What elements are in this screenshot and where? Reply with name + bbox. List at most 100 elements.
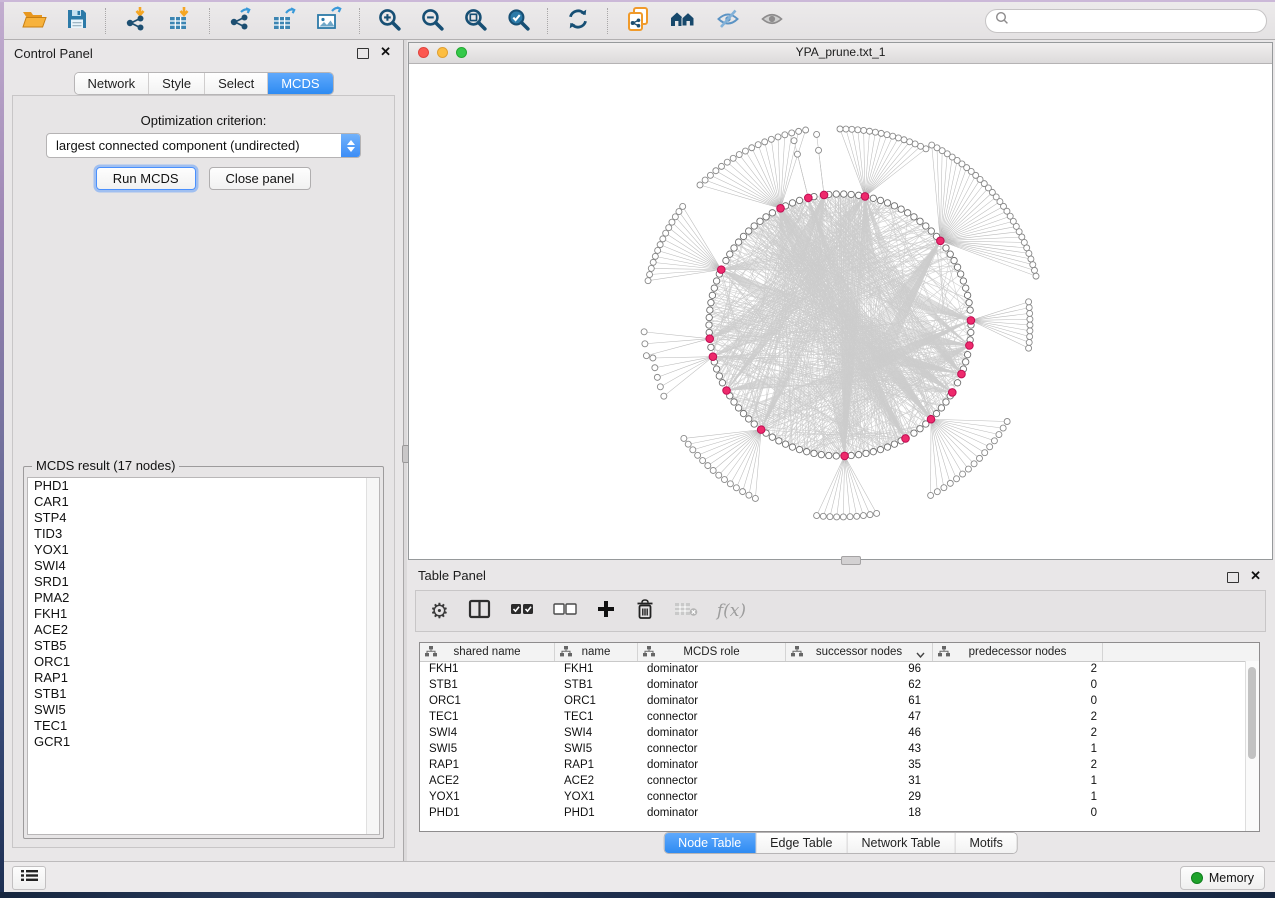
deselect-all-columns-button[interactable]	[553, 602, 577, 621]
table-tab-motifs[interactable]: Motifs	[955, 833, 1016, 853]
mcds-result-item[interactable]: YOX1	[28, 542, 379, 558]
mcds-hub-node[interactable]	[948, 389, 956, 397]
tab-network[interactable]: Network	[74, 73, 149, 94]
import-network-button[interactable]	[117, 4, 155, 37]
mcds-result-item[interactable]: GCR1	[28, 734, 379, 750]
export-network-button[interactable]	[221, 4, 259, 37]
table-row[interactable]: SWI5SWI5connector431	[420, 741, 1246, 757]
mcds-result-item[interactable]: RAP1	[28, 670, 379, 686]
column-header-MCDS-role[interactable]: MCDS role	[638, 643, 786, 661]
list-scrollbar-track[interactable]	[366, 478, 379, 834]
table-row[interactable]: FKH1FKH1dominator962	[420, 661, 1246, 677]
table-row[interactable]: ORC1ORC1dominator610	[420, 693, 1246, 709]
mcds-hub-node[interactable]	[937, 237, 945, 245]
tab-style[interactable]: Style	[149, 73, 205, 94]
mcds-hub-node[interactable]	[861, 193, 869, 201]
table-tab-edge-table[interactable]: Edge Table	[756, 833, 847, 853]
mcds-result-item[interactable]: STB5	[28, 638, 379, 654]
add-row-button[interactable]	[596, 599, 616, 624]
show-columns-button[interactable]	[468, 599, 491, 624]
export-table-button[interactable]	[265, 4, 303, 37]
table-row[interactable]: PHD1PHD1dominator180	[420, 805, 1246, 821]
table-row[interactable]: YOX1YOX1connector291	[420, 789, 1246, 805]
import-table-button[interactable]	[161, 4, 199, 37]
select-all-columns-button[interactable]	[510, 602, 534, 621]
mcds-result-item[interactable]: SRD1	[28, 574, 379, 590]
scrollbar-thumb[interactable]	[1248, 667, 1256, 759]
table-row[interactable]: STB1STB1dominator620	[420, 677, 1246, 693]
column-header-shared-name[interactable]: shared name	[420, 643, 555, 661]
mcds-result-item[interactable]: STP4	[28, 510, 379, 526]
float-table-panel-icon[interactable]	[1227, 572, 1239, 583]
table-row[interactable]: ACE2ACE2connector311	[420, 773, 1246, 789]
hide-selected-button[interactable]	[709, 5, 747, 36]
network-graph[interactable]	[409, 63, 1272, 559]
criterion-dropdown[interactable]: largest connected component (undirected)	[46, 133, 361, 158]
tab-mcds[interactable]: MCDS	[268, 73, 332, 94]
mcds-hub-node[interactable]	[958, 370, 966, 378]
mcds-hub-node[interactable]	[706, 335, 714, 343]
zoom-fit-button[interactable]	[457, 5, 494, 37]
mcds-hub-node[interactable]	[967, 317, 975, 325]
table-tab-node-table[interactable]: Node Table	[664, 833, 756, 853]
table-scrollbar[interactable]	[1245, 661, 1259, 831]
open-file-button[interactable]	[15, 5, 53, 36]
export-image-button[interactable]	[309, 4, 349, 37]
mcds-result-item[interactable]: TEC1	[28, 718, 379, 734]
mcds-hub-node[interactable]	[777, 204, 785, 212]
mcds-hub-node[interactable]	[805, 194, 813, 202]
mcds-hub-node[interactable]	[841, 452, 849, 460]
mcds-result-item[interactable]: SWI4	[28, 558, 379, 574]
close-panel-icon[interactable]: ✕	[380, 44, 391, 60]
column-header-predecessor-nodes[interactable]: predecessor nodes	[933, 643, 1103, 661]
network-window-titlebar[interactable]: YPA_prune.txt_1	[409, 43, 1272, 64]
tab-select[interactable]: Select	[205, 73, 268, 94]
table-settings-button[interactable]: ⚙	[430, 601, 449, 622]
mcds-hub-node[interactable]	[717, 266, 725, 274]
mcds-result-item[interactable]: SWI5	[28, 702, 379, 718]
ring-node	[911, 430, 917, 436]
mcds-hub-node[interactable]	[709, 353, 717, 361]
column-header-successor-nodes[interactable]: successor nodes	[786, 643, 933, 661]
ring-node	[917, 426, 923, 432]
delete-row-button[interactable]	[635, 598, 655, 625]
mcds-result-item[interactable]: CAR1	[28, 494, 379, 510]
first-neighbors-button[interactable]	[663, 5, 703, 36]
network-canvas[interactable]	[409, 63, 1272, 559]
mcds-result-item[interactable]: FKH1	[28, 606, 379, 622]
mcds-hub-node[interactable]	[820, 191, 828, 199]
run-mcds-button[interactable]: Run MCDS	[96, 167, 196, 190]
mcds-result-list[interactable]: PHD1CAR1STP4TID3YOX1SWI4SRD1PMA2FKH1ACE2…	[27, 477, 380, 835]
mcds-result-item[interactable]: ORC1	[28, 654, 379, 670]
mcds-result-item[interactable]: PMA2	[28, 590, 379, 606]
show-all-button[interactable]	[753, 5, 791, 36]
mcds-hub-node[interactable]	[902, 435, 910, 443]
table-tab-network-table[interactable]: Network Table	[848, 833, 956, 853]
clone-network-button[interactable]	[619, 4, 657, 37]
leaf-node	[929, 142, 935, 148]
save-session-button[interactable]	[59, 5, 95, 36]
table-row[interactable]: RAP1RAP1dominator352	[420, 757, 1246, 773]
mcds-hub-node[interactable]	[927, 415, 935, 423]
mcds-hub-node[interactable]	[966, 342, 974, 350]
mcds-hub-node[interactable]	[757, 426, 765, 434]
show-panels-button[interactable]	[12, 866, 46, 890]
mcds-result-item[interactable]: TID3	[28, 526, 379, 542]
zoom-out-button[interactable]	[414, 5, 451, 37]
mcds-result-item[interactable]: STB1	[28, 686, 379, 702]
horizontal-splitter-handle[interactable]	[841, 556, 861, 565]
zoom-in-button[interactable]	[371, 5, 408, 37]
table-row[interactable]: TEC1TEC1connector472	[420, 709, 1246, 725]
apply-layout-button[interactable]	[559, 4, 597, 37]
table-row[interactable]: SWI4SWI4dominator462	[420, 725, 1246, 741]
search-input[interactable]	[1015, 13, 1257, 29]
close-table-panel-icon[interactable]: ✕	[1250, 568, 1261, 584]
mcds-hub-node[interactable]	[723, 387, 731, 395]
zoom-selected-button[interactable]	[500, 5, 537, 37]
column-header-name[interactable]: name	[555, 643, 638, 661]
float-panel-icon[interactable]	[357, 48, 369, 59]
close-panel-button[interactable]: Close panel	[209, 167, 312, 190]
mcds-result-item[interactable]: PHD1	[28, 478, 379, 494]
memory-button[interactable]: Memory	[1180, 866, 1265, 890]
mcds-result-item[interactable]: ACE2	[28, 622, 379, 638]
